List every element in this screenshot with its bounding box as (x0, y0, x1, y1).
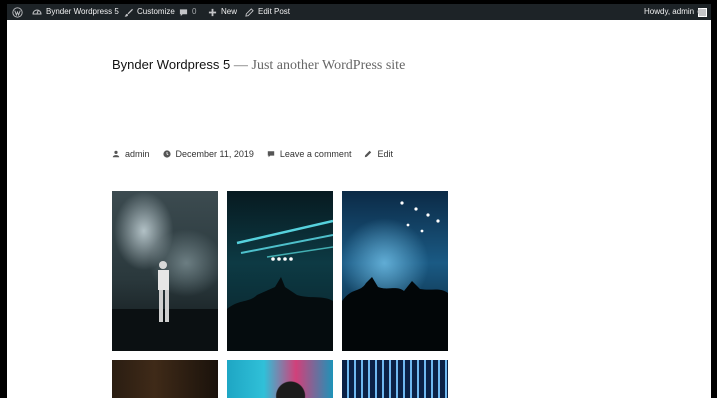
post-author[interactable]: admin (112, 149, 150, 159)
gallery-image-2[interactable] (227, 191, 333, 351)
comments-menu[interactable]: 0 (179, 4, 196, 20)
clock-icon (162, 150, 171, 158)
customize-label: Customize (137, 7, 175, 16)
brush-icon (124, 8, 133, 17)
post-edit[interactable]: Edit (364, 149, 393, 159)
pencil-icon (245, 7, 254, 17)
crowd-silhouette (342, 201, 448, 351)
gallery-image-6[interactable] (342, 360, 448, 398)
comment-bubble-icon (179, 8, 188, 17)
site-description: Just another WordPress site (251, 58, 406, 73)
person-icon (112, 150, 120, 158)
site-name-label: Bynder Wordpress 5 (46, 7, 119, 16)
site-name-menu[interactable]: Bynder Wordpress 5 (32, 4, 119, 20)
new-label: New (221, 7, 238, 16)
howdy-label: Howdy, admin (644, 7, 695, 16)
post-meta: admin December 11, 2019 Leave a comment … (112, 148, 406, 160)
site-title-link[interactable]: Bynder Wordpress 5 (112, 57, 230, 72)
browser-viewport: Bynder Wordpress 5 Customize 0 New Edit … (7, 4, 711, 398)
gallery-image-5[interactable] (227, 360, 333, 398)
admin-search[interactable] (697, 4, 706, 20)
edit-post-menu[interactable]: Edit Post (245, 4, 290, 20)
comment-icon (267, 151, 275, 158)
author-link[interactable]: admin (125, 149, 150, 159)
customize-menu[interactable]: Customize (124, 4, 175, 20)
edit-post-label: Edit Post (258, 7, 291, 16)
wp-logo-menu[interactable] (12, 4, 23, 20)
wordpress-logo-icon (12, 6, 23, 18)
edit-pencil-icon (365, 150, 372, 158)
leave-comment-link[interactable]: Leave a comment (280, 149, 352, 159)
gallery-image-4[interactable] (112, 360, 218, 398)
edit-link[interactable]: Edit (377, 149, 393, 159)
new-content-menu[interactable]: New (208, 4, 237, 20)
post-comments[interactable]: Leave a comment (267, 149, 352, 159)
gallery-image-3[interactable] (342, 191, 448, 351)
singer-figure (112, 261, 218, 351)
comments-count: 0 (192, 7, 197, 16)
stage-beams (227, 219, 333, 351)
site-branding: Bynder Wordpress 5 — Just another WordPr… (112, 57, 405, 74)
plus-icon (208, 8, 217, 17)
post-date[interactable]: December 11, 2019 (162, 149, 254, 159)
gallery-image-1[interactable] (112, 191, 218, 351)
search-icon (697, 8, 706, 17)
admin-bar: Bynder Wordpress 5 Customize 0 New Edit … (7, 4, 711, 20)
dashboard-gauge-icon (32, 7, 42, 17)
title-separator: — (233, 58, 248, 73)
date-link[interactable]: December 11, 2019 (176, 149, 254, 159)
